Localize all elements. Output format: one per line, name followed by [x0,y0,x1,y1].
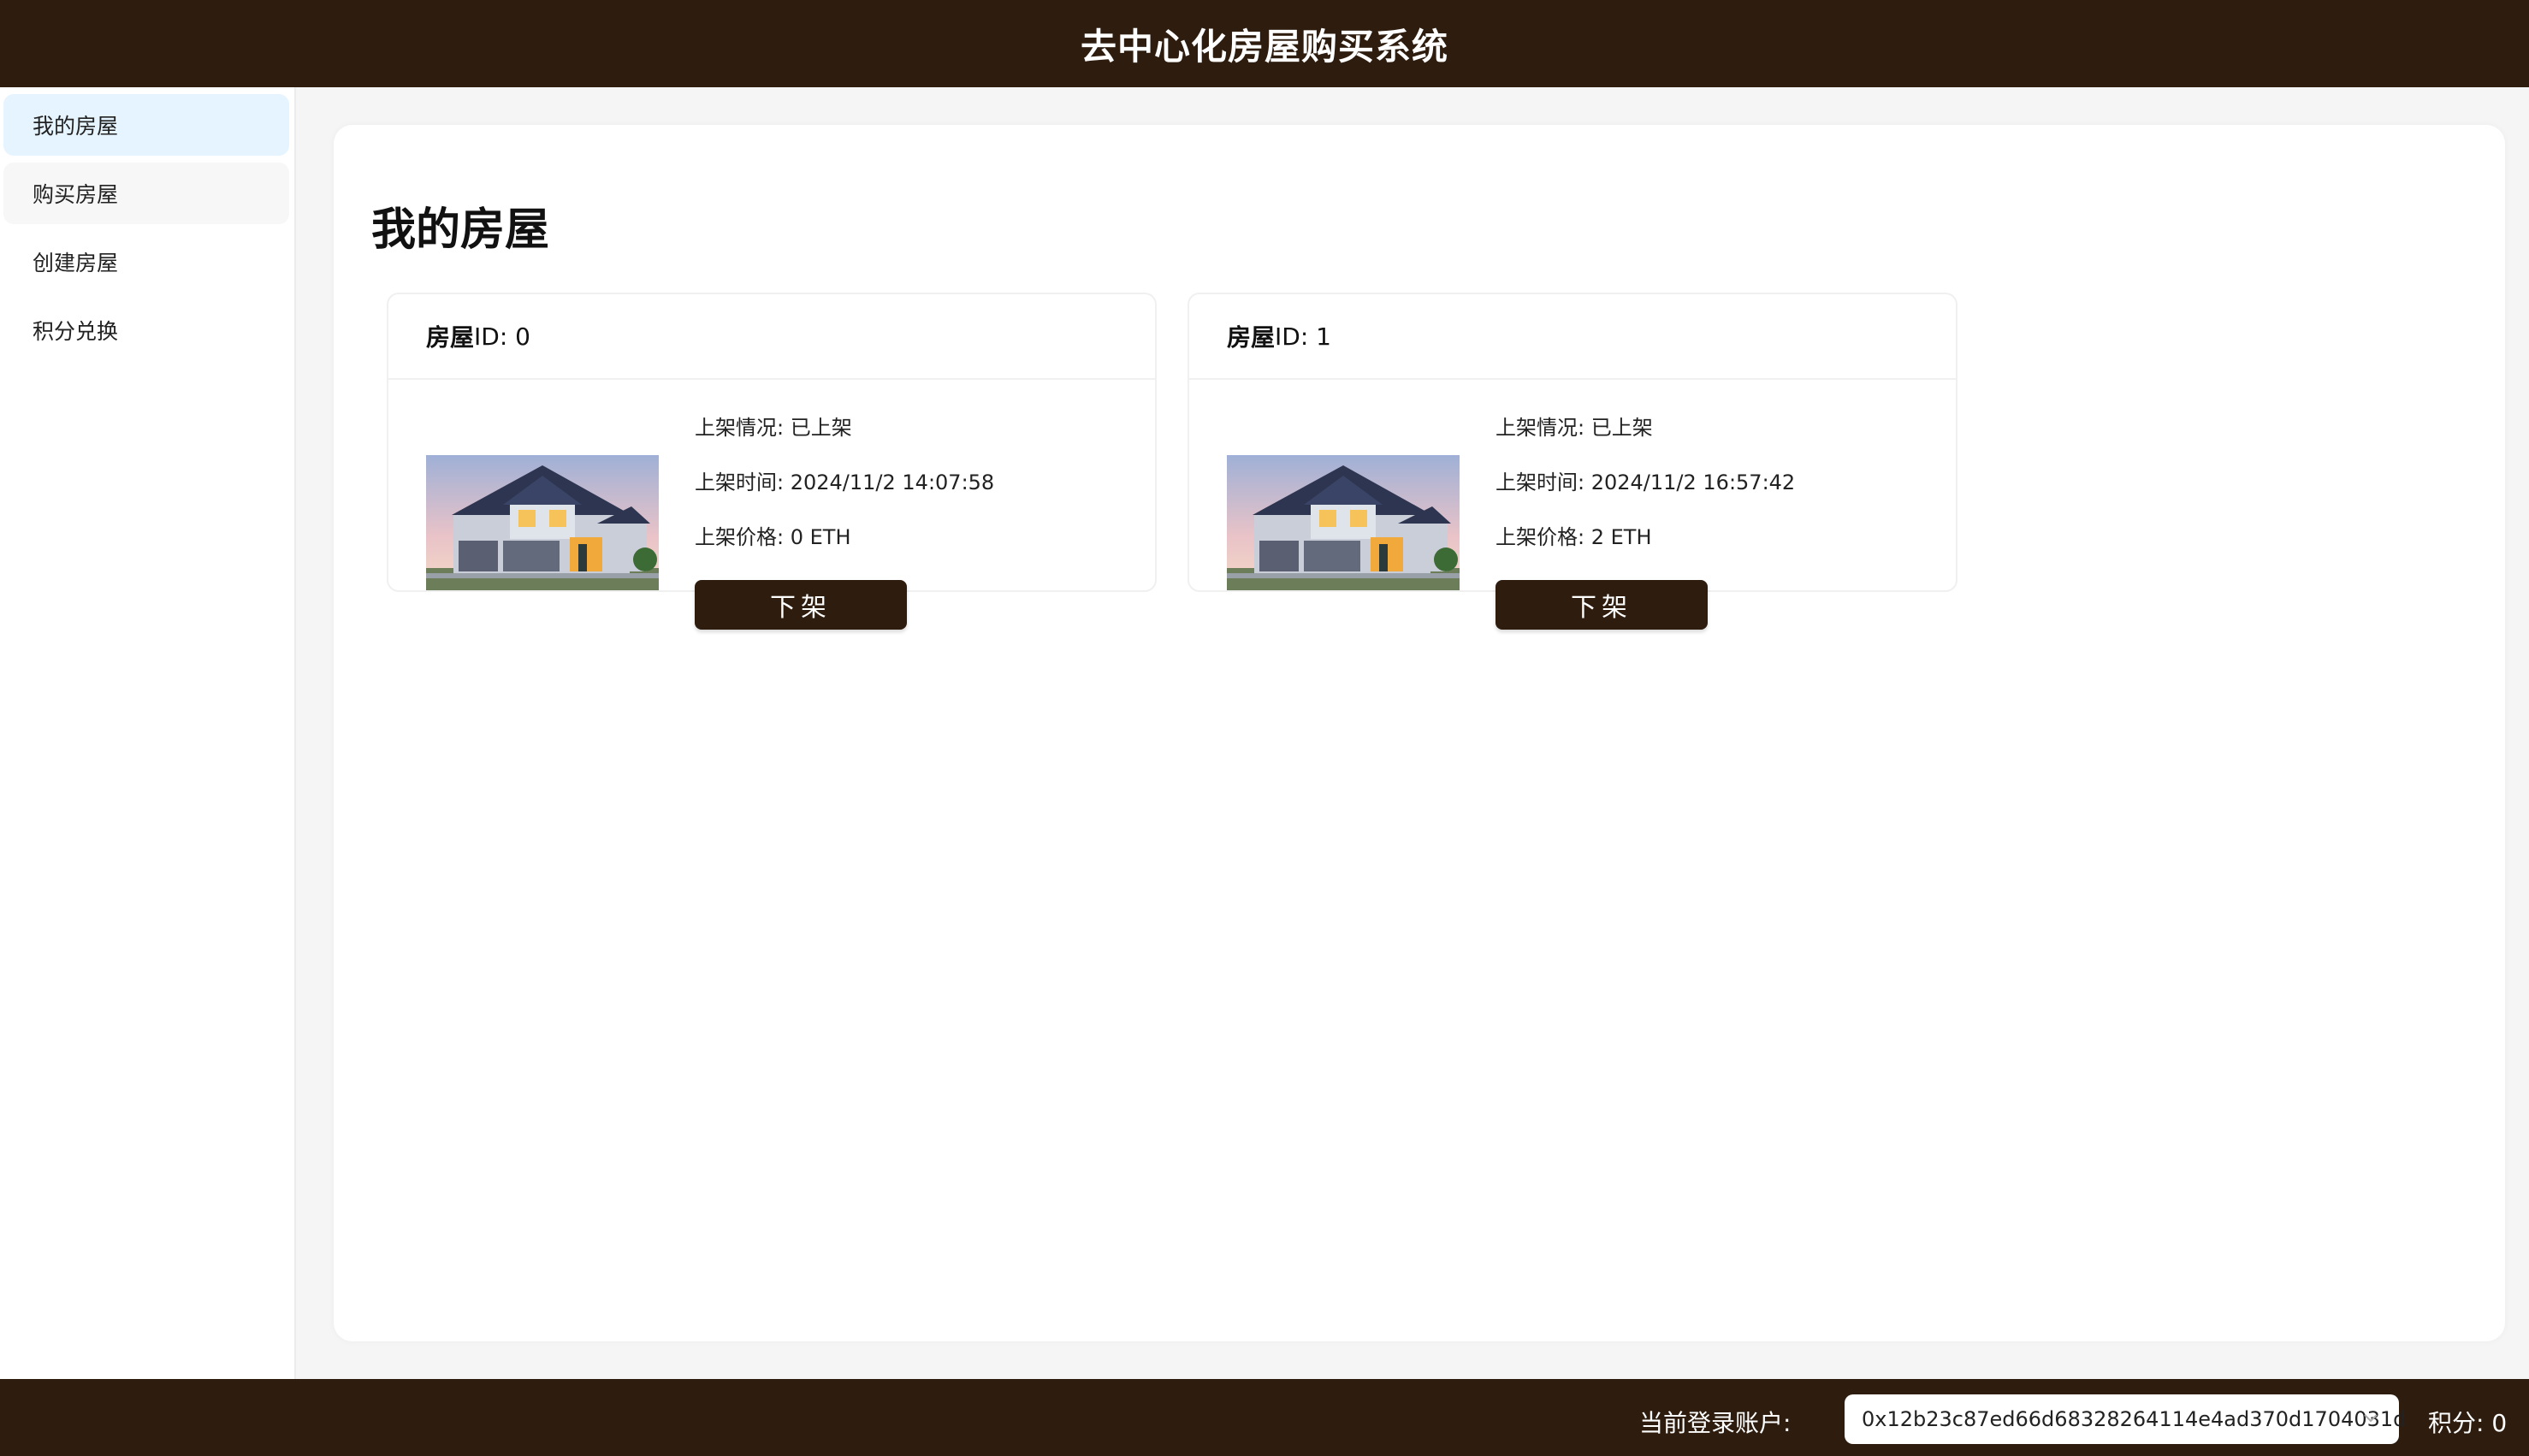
page-title: 我的房屋 [371,204,550,256]
listing-status: 上架情况: 已上架 [695,414,994,469]
house-image [426,455,659,590]
sidebar-item-label: 购买房屋 [33,182,119,207]
house-id-value: ID: 1 [1275,322,1331,351]
sidebar-item-points-exchange[interactable]: 积分兑换 [3,299,289,361]
card-header: 房屋 ID: 0 [388,294,1155,380]
delist-button[interactable]: 下架 [1495,580,1708,630]
sidebar-item-my-houses[interactable]: 我的房屋 [3,94,289,156]
listing-time: 上架时间: 2024/11/2 14:07:58 [695,469,994,524]
sidebar: 我的房屋 购买房屋 创建房屋 积分兑换 [0,87,296,1379]
points-display: 积分: 0 [2428,1409,2508,1437]
listing-price: 上架价格: 2 ETH [1495,524,1795,578]
delist-button[interactable]: 下架 [695,580,907,630]
house-info: 上架情况: 已上架 上架时间: 2024/11/2 16:57:42 上架价格:… [1495,414,1795,578]
house-card: 房屋 ID: 1 上架情况: 已上架 上架时间: 2024/11/2 16:57… [1188,293,1957,630]
sidebar-item-create-house[interactable]: 创建房屋 [3,231,289,293]
listing-time-value: 2024/11/2 16:57:42 [1590,471,1796,494]
listing-status: 上架情况: 已上架 [1495,414,1795,469]
listing-status-value: 已上架 [790,416,852,440]
house-id-label: 房屋 [426,323,475,352]
bottom-bar: 当前登录账户: 0x12b23c87ed66d68328264114e4ad37… [0,1379,2529,1456]
listing-time-value: 2024/11/2 14:07:58 [790,471,995,494]
listing-time-label: 上架时间: [695,471,791,494]
listing-price-label: 上架价格: [1495,525,1591,549]
sidebar-item-label: 积分兑换 [33,319,119,344]
sidebar-item-label: 创建房屋 [33,251,119,275]
account-value: 0x12b23c87ed66d68328264114e4ad370d170403… [1862,1407,2407,1431]
house-card: 房屋 ID: 0 上架情况: 已上架 上架时间: 2024/11/2 14:07… [387,293,1157,630]
top-bar: 去中心化房屋购买系统 [0,0,2529,87]
main-panel: 我的房屋 房屋 ID: 0 上架情况: 已上架 上架时间: 2024/11/2 … [334,125,2505,1341]
house-info: 上架情况: 已上架 上架时间: 2024/11/2 14:07:58 上架价格:… [695,414,994,578]
listing-price-value: 2 ETH [1590,525,1652,549]
listing-price-value: 0 ETH [790,525,851,549]
account-select[interactable]: 0x12b23c87ed66d68328264114e4ad370d170403… [1845,1394,2406,1444]
card-header: 房屋 ID: 1 [1189,294,1956,380]
sidebar-item-label: 我的房屋 [33,114,119,139]
app-title: 去中心化房屋购买系统 [1080,25,1448,68]
listing-price-label: 上架价格: [695,525,791,549]
house-image [1227,455,1460,590]
house-id-value: ID: 0 [474,322,530,351]
house-id-label: 房屋 [1227,323,1276,352]
listing-status-label: 上架情况: [695,416,791,440]
listing-price: 上架价格: 0 ETH [695,524,994,578]
listing-status-value: 已上架 [1590,416,1653,440]
sidebar-item-buy-house[interactable]: 购买房屋 [3,163,289,224]
account-label: 当前登录账户: [1639,1409,1792,1437]
listing-time: 上架时间: 2024/11/2 16:57:42 [1495,469,1795,524]
chevron-down-icon [2360,1406,2382,1429]
listing-time-label: 上架时间: [1495,471,1591,494]
listing-status-label: 上架情况: [1495,416,1591,440]
